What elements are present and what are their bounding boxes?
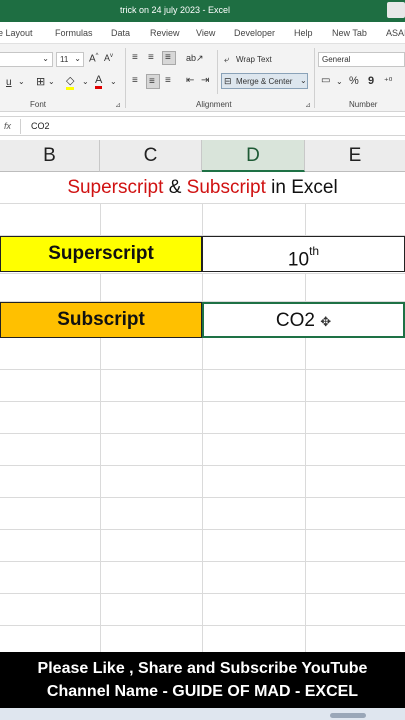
banner-line-2: Channel Name - GUIDE OF MAD - EXCEL bbox=[46, 683, 359, 700]
align-bottom-button[interactable]: ≡ bbox=[162, 51, 176, 65]
column-header-d[interactable]: D bbox=[202, 140, 305, 172]
increase-decimal-icon[interactable]: ⁺⁰ bbox=[384, 76, 392, 87]
tab-new-tab[interactable]: New Tab bbox=[332, 28, 367, 38]
formula-bar-divider bbox=[20, 119, 21, 134]
sheet-title-cell[interactable]: Superscript & Subscript in Excel bbox=[0, 173, 405, 203]
title-ampersand: & bbox=[163, 177, 187, 198]
banner-line-1: Please Like , Share and Subscribe YouTub… bbox=[37, 660, 368, 677]
merge-center-icon: ⊟ bbox=[224, 76, 232, 86]
tab-view[interactable]: View bbox=[196, 28, 215, 38]
superscript-label-cell[interactable]: Superscript bbox=[0, 236, 202, 272]
superscript-exponent: th bbox=[309, 244, 320, 258]
chevron-down-icon[interactable]: ⌄ bbox=[336, 77, 343, 86]
cell-cursor-icon: ✥ bbox=[320, 314, 332, 329]
comma-icon[interactable]: 9 bbox=[368, 75, 374, 87]
alignment-group-label: Alignment bbox=[196, 100, 232, 109]
wrap-text-label[interactable]: Wrap Text bbox=[236, 55, 272, 64]
alignment-dialog-launcher-icon[interactable]: ⊿ bbox=[305, 101, 311, 109]
increase-font-icon[interactable]: A^ bbox=[89, 53, 99, 64]
tab-formulas[interactable]: Formulas bbox=[55, 28, 93, 38]
title-superscript: Superscript bbox=[67, 177, 164, 198]
tab-data[interactable]: Data bbox=[111, 28, 130, 38]
title-rest: in Excel bbox=[265, 177, 338, 198]
font-name-dropdown[interactable]: ⌄ bbox=[0, 52, 53, 67]
tab-help[interactable]: Help bbox=[294, 28, 313, 38]
align-center-icon: ≡ bbox=[149, 76, 155, 87]
chevron-down-icon[interactable]: ⌄ bbox=[48, 77, 55, 86]
superscript-value-cell[interactable]: 10th bbox=[202, 236, 405, 272]
chevron-down-icon[interactable]: ⌄ bbox=[82, 77, 89, 86]
column-header-b[interactable]: B bbox=[0, 140, 100, 172]
taskbar-item[interactable] bbox=[330, 713, 366, 718]
formula-bar: fx CO2 bbox=[0, 116, 405, 136]
font-dialog-launcher-icon[interactable]: ⊿ bbox=[115, 101, 121, 109]
window-title: trick on 24 july 2023 - Excel bbox=[120, 5, 231, 15]
group-divider bbox=[314, 48, 315, 108]
font-group-label: Font bbox=[30, 100, 47, 109]
borders-icon[interactable]: ⊞ bbox=[36, 75, 45, 88]
chevron-down-icon: ⌄ bbox=[74, 54, 81, 63]
decrease-indent-icon[interactable]: ⇤ bbox=[186, 75, 194, 86]
column-header-c[interactable]: C bbox=[100, 140, 202, 172]
subscript-value: CO2 bbox=[275, 310, 315, 331]
merge-center-button[interactable]: ⊟ Merge & Center ⌄ bbox=[221, 73, 308, 89]
restore-window-button[interactable] bbox=[387, 2, 405, 18]
percent-icon[interactable]: % bbox=[349, 75, 359, 87]
taskbar bbox=[0, 708, 405, 720]
subscript-label-cell[interactable]: Subscript bbox=[0, 302, 202, 338]
tab-developer[interactable]: Developer bbox=[234, 28, 275, 38]
fx-icon[interactable]: fx bbox=[4, 121, 11, 131]
accounting-format-icon[interactable]: ▭ bbox=[321, 75, 330, 86]
number-format-value: General bbox=[322, 55, 351, 64]
alignment-divider bbox=[217, 50, 218, 94]
number-group-label: Number bbox=[349, 100, 378, 109]
formula-input[interactable]: CO2 bbox=[31, 121, 50, 131]
align-right-icon[interactable]: ≡ bbox=[165, 75, 171, 86]
title-subscript: Subscript bbox=[186, 177, 266, 198]
orientation-icon[interactable]: ab↗ bbox=[186, 53, 204, 64]
group-divider bbox=[125, 48, 126, 108]
align-bottom-icon: ≡ bbox=[165, 52, 171, 63]
chevron-down-icon: ⌄ bbox=[42, 54, 49, 63]
fill-color-icon[interactable]: ◇ bbox=[66, 74, 75, 90]
wrap-text-icon[interactable]: ⤶ bbox=[224, 54, 229, 65]
ribbon-tabs: e Layout Formulas Data Review View Devel… bbox=[0, 22, 405, 44]
tab-review[interactable]: Review bbox=[150, 28, 180, 38]
align-middle-icon[interactable]: ≡ bbox=[148, 52, 154, 63]
chevron-down-icon: ⌄ bbox=[300, 76, 307, 85]
title-bar: trick on 24 july 2023 - Excel bbox=[0, 0, 405, 22]
increase-indent-icon[interactable]: ⇥ bbox=[201, 75, 209, 86]
ribbon: ⌄ 11 ⌄ A^ Av u ⌄ ⊞ ⌄ ◇ ⌄ A ⌄ Font ⊿ ≡ ≡ … bbox=[0, 44, 405, 112]
underline-icon[interactable]: u bbox=[6, 77, 12, 88]
align-center-button[interactable]: ≡ bbox=[146, 74, 160, 89]
decrease-font-icon[interactable]: Av bbox=[104, 53, 113, 63]
chevron-down-icon[interactable]: ⌄ bbox=[18, 77, 25, 86]
chevron-down-icon[interactable]: ⌄ bbox=[110, 77, 117, 86]
align-left-icon[interactable]: ≡ bbox=[132, 75, 138, 86]
tab-asai[interactable]: ASAI bbox=[386, 28, 405, 38]
subscript-value-cell[interactable]: CO2 ✥ bbox=[202, 302, 405, 338]
font-size-value: 11 bbox=[60, 55, 69, 64]
tab-page-layout[interactable]: e Layout bbox=[0, 28, 33, 38]
merge-center-label: Merge & Center bbox=[236, 77, 293, 86]
number-format-dropdown[interactable]: General bbox=[318, 52, 405, 67]
column-header-e[interactable]: E bbox=[305, 140, 405, 172]
align-top-icon[interactable]: ≡ bbox=[132, 52, 138, 63]
font-size-dropdown[interactable]: 11 ⌄ bbox=[56, 52, 84, 67]
superscript-base: 10 bbox=[287, 249, 310, 271]
font-color-icon[interactable]: A bbox=[95, 74, 103, 89]
subscribe-banner: Please Like , Share and Subscribe YouTub… bbox=[0, 652, 405, 708]
